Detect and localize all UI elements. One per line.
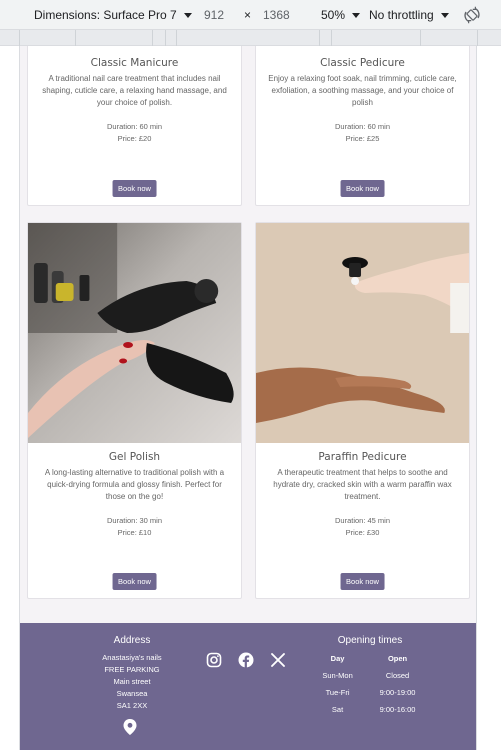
card-price: Price: £10 <box>117 528 152 537</box>
table-cell: 9:00-16:00 <box>379 705 416 714</box>
book-now-button[interactable]: Book now <box>340 573 385 590</box>
table-cell: Sun-Mon <box>322 671 353 680</box>
paraffin-pedicure-photo <box>256 223 469 443</box>
rotate-icon[interactable] <box>463 6 481 24</box>
card-description: A long-lasting alternative to traditiona… <box>44 468 225 501</box>
chevron-down-icon <box>440 12 449 18</box>
table-cell: Closed <box>385 671 410 680</box>
service-card: Classic Pedicure Enjoy a relaxing foot s… <box>255 46 470 206</box>
service-card: Paraffin Pedicure A therapeutic treatmen… <box>255 222 470 599</box>
opening-times-table: Day Open Sun-Mon Closed Tue-Fri 9:00-19:… <box>310 654 430 722</box>
opening-times: Opening times Day Open Sun-Mon Closed Tu… <box>310 635 430 722</box>
card-description: A traditional nail care treatment that i… <box>42 74 227 107</box>
book-now-button[interactable]: Book now <box>112 180 157 197</box>
width-value: 912 <box>204 8 225 22</box>
map-pin-icon[interactable] <box>123 719 137 735</box>
ruler-tick <box>165 30 166 46</box>
ruler-tick <box>331 30 332 46</box>
card-price: Price: £20 <box>117 134 152 143</box>
ruler-tick <box>477 30 478 46</box>
ruler-tick <box>420 30 421 46</box>
times-icon: × <box>244 8 251 22</box>
device-viewport: Classic Manicure A traditional nail care… <box>19 46 477 750</box>
x-icon[interactable] <box>270 652 286 668</box>
social-links <box>206 652 286 668</box>
devtools-toolbar: Dimensions: Surface Pro 7 912 × 1368 50%… <box>0 0 501 30</box>
table-header: Open <box>387 654 408 663</box>
card-description: A therapeutic treatment that helps to so… <box>273 468 452 501</box>
service-card: Gel Polish A long-lasting alternative to… <box>27 222 242 599</box>
chevron-down-icon <box>352 12 361 18</box>
site-footer: Address Anastasiya's nails FREE PARKING … <box>20 623 476 750</box>
card-title: Classic Manicure <box>90 57 179 69</box>
table-header: Day <box>330 654 345 663</box>
ruler-tick <box>152 30 153 46</box>
card-title: Paraffin Pedicure <box>318 451 407 463</box>
address-line: Swansea <box>116 689 148 698</box>
opening-times-title: Opening times <box>337 635 403 646</box>
table-row: Sun-Mon Closed <box>310 671 430 688</box>
device-dropdown-label: Dimensions: Surface Pro 7 <box>34 8 177 22</box>
book-now-button[interactable]: Book now <box>112 573 157 590</box>
table-row: Sat 9:00-16:00 <box>310 705 430 722</box>
height-value: 1368 <box>263 8 290 22</box>
ruler-tick <box>176 30 177 46</box>
table-row: Tue-Fri 9:00-19:00 <box>310 688 430 705</box>
device-dropdown[interactable]: Dimensions: Surface Pro 7 <box>34 8 192 22</box>
card-description: Enjoy a relaxing foot soak, nail trimmin… <box>268 74 457 107</box>
ruler-tick <box>19 30 20 46</box>
throttling-label: No throttling <box>369 8 434 22</box>
height-input[interactable]: 1368 <box>263 8 290 22</box>
width-input[interactable]: 912 <box>204 8 224 22</box>
chevron-down-icon <box>183 12 192 18</box>
instagram-icon[interactable] <box>206 652 222 668</box>
card-duration: Duration: 60 min <box>106 122 163 131</box>
address-line: Main street <box>113 677 151 686</box>
throttling-dropdown[interactable]: No throttling <box>369 8 449 22</box>
address-line: Anastasiya's nails <box>102 653 162 662</box>
card-price: Price: £25 <box>345 134 380 143</box>
service-card: Classic Manicure A traditional nail care… <box>27 46 242 206</box>
table-cell: Sat <box>331 705 344 714</box>
times-label: × <box>244 8 252 22</box>
card-price: Price: £30 <box>345 528 380 537</box>
card-duration: Duration: 45 min <box>334 516 391 525</box>
address-block: Address Anastasiya's nails FREE PARKING … <box>80 635 184 712</box>
table-cell: 9:00-19:00 <box>379 688 416 697</box>
address-line: FREE PARKING <box>104 665 160 674</box>
card-duration: Duration: 30 min <box>106 516 163 525</box>
card-title: Classic Pedicure <box>320 57 405 69</box>
zoom-dropdown[interactable]: 50% <box>321 8 361 22</box>
card-duration: Duration: 60 min <box>334 122 391 131</box>
card-title: Gel Polish <box>108 451 161 463</box>
address-line: SA1 2XX <box>116 701 148 710</box>
address-title: Address <box>113 635 151 646</box>
media-query-bar <box>0 30 501 46</box>
ruler-tick <box>75 30 76 46</box>
facebook-icon[interactable] <box>238 652 254 668</box>
ruler-tick <box>319 30 320 46</box>
zoom-label: 50% <box>321 8 346 22</box>
table-header-row: Day Open <box>310 654 430 671</box>
book-now-button[interactable]: Book now <box>340 180 385 197</box>
gel-polish-photo <box>28 223 241 443</box>
table-cell: Tue-Fri <box>325 688 350 697</box>
